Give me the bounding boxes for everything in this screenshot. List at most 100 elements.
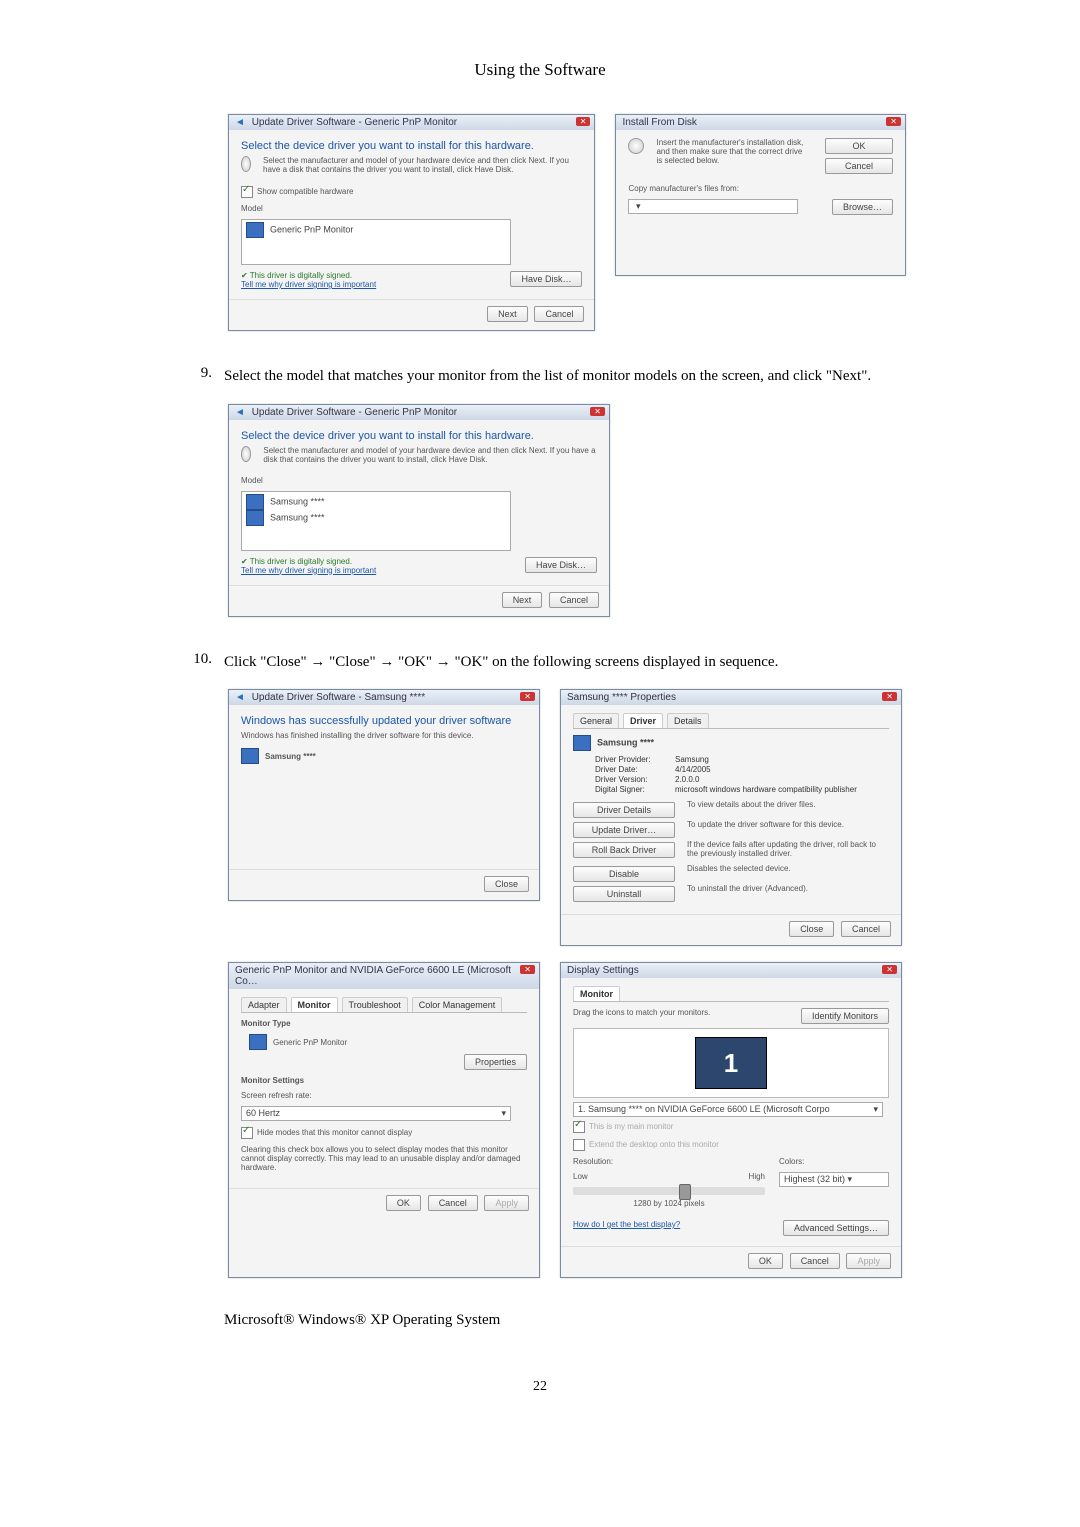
main-monitor-checkbox[interactable] <box>573 1121 585 1133</box>
install-text: Insert the manufacturer's installation d… <box>656 138 806 165</box>
close-button[interactable]: Close <box>484 876 529 892</box>
have-disk-button[interactable]: Have Disk… <box>525 557 597 573</box>
dialog-update-driver-1: ◄ Update Driver Software - Generic PnP M… <box>228 114 595 331</box>
tab-color[interactable]: Color Management <box>412 997 503 1012</box>
kv-val: 4/14/2005 <box>675 765 711 774</box>
back-icon[interactable]: ◄ <box>235 692 245 703</box>
monitor-preview[interactable]: 1 <box>695 1037 767 1089</box>
device-name: Samsung **** <box>597 738 654 748</box>
checkbox-label: This is my main monitor <box>589 1122 673 1131</box>
list-item[interactable]: Samsung **** <box>270 512 325 522</box>
kv-key: Driver Date: <box>595 765 675 774</box>
advanced-button[interactable]: Advanced Settings… <box>783 1220 889 1236</box>
btn-desc: To view details about the driver files. <box>687 800 889 809</box>
close-icon[interactable]: ✕ <box>576 117 591 126</box>
kv-val: microsoft windows hardware compatibility… <box>675 785 857 794</box>
tab-details[interactable]: Details <box>667 713 709 728</box>
properties-button[interactable]: Properties <box>464 1054 527 1070</box>
close-icon[interactable]: ✕ <box>520 965 535 974</box>
cancel-button[interactable]: Cancel <box>428 1195 478 1211</box>
model-label: Model <box>241 204 582 213</box>
uninstall-button[interactable]: Uninstall <box>573 886 675 902</box>
cancel-button[interactable]: Cancel <box>534 306 584 322</box>
tab-monitor[interactable]: Monitor <box>573 986 620 1001</box>
update-driver-button[interactable]: Update Driver… <box>573 822 675 838</box>
ok-button[interactable]: OK <box>825 138 893 154</box>
model-list[interactable]: Samsung **** Samsung **** <box>241 491 511 551</box>
disc-icon <box>241 156 251 172</box>
close-icon[interactable]: ✕ <box>882 965 897 974</box>
next-button[interactable]: Next <box>502 592 543 608</box>
refresh-select[interactable]: 60 Hertz ▾ <box>241 1106 511 1121</box>
back-icon[interactable]: ◄ <box>235 117 245 128</box>
driver-details-button[interactable]: Driver Details <box>573 802 675 818</box>
btn-desc: To update the driver software for this d… <box>687 820 889 829</box>
tab-troubleshoot[interactable]: Troubleshoot <box>342 997 408 1012</box>
list-item[interactable]: Generic PnP Monitor <box>270 224 353 234</box>
model-label: Model <box>241 476 597 485</box>
tab-driver[interactable]: Driver <box>623 713 663 728</box>
identify-button[interactable]: Identify Monitors <box>801 1008 889 1024</box>
checkbox-label: Extend the desktop onto this monitor <box>589 1140 719 1149</box>
model-list[interactable]: Generic PnP Monitor <box>241 219 511 265</box>
kv-key: Digital Signer: <box>595 785 675 794</box>
cancel-button[interactable]: Cancel <box>841 921 891 937</box>
close-button[interactable]: Close <box>789 921 834 937</box>
kv-val: 2.0.0.0 <box>675 775 699 784</box>
ok-button[interactable]: OK <box>748 1253 783 1269</box>
dialog-title: Generic PnP Monitor and NVIDIA GeForce 6… <box>229 963 539 989</box>
monitor-type-label: Monitor Type <box>241 1019 527 1028</box>
refresh-label: Screen refresh rate: <box>241 1091 527 1100</box>
ok-button[interactable]: OK <box>386 1195 421 1211</box>
title-text: Display Settings <box>567 965 639 976</box>
dialog-title: ◄ Update Driver Software - Generic PnP M… <box>229 405 609 420</box>
path-field[interactable]: ▾ <box>628 199 798 214</box>
colors-select[interactable]: Highest (32 bit) ▾ <box>779 1172 889 1187</box>
best-display-link[interactable]: How do I get the best display? <box>573 1220 680 1229</box>
btn-desc: To uninstall the driver (Advanced). <box>687 884 889 893</box>
show-compat-checkbox[interactable] <box>241 186 253 198</box>
dialog-title: ◄ Update Driver Software - Samsung **** … <box>229 690 539 705</box>
close-icon[interactable]: ✕ <box>882 692 897 701</box>
extend-checkbox[interactable] <box>573 1139 585 1151</box>
resolution-label: Resolution: <box>573 1157 765 1166</box>
title-text: Samsung **** Properties <box>567 692 676 703</box>
monitor-settings-label: Monitor Settings <box>241 1076 527 1085</box>
signing-link[interactable]: Tell me why driver signing is important <box>241 566 376 575</box>
close-icon[interactable]: ✕ <box>590 407 605 416</box>
monitor-icon <box>241 748 259 764</box>
step-text: Select the model that matches your monit… <box>224 365 910 388</box>
disc-icon <box>241 446 251 462</box>
list-item[interactable]: Samsung **** <box>270 496 325 506</box>
apply-button[interactable]: Apply <box>484 1195 529 1211</box>
title-text: Update Driver Software - Generic PnP Mon… <box>252 117 457 128</box>
rollback-driver-button[interactable]: Roll Back Driver <box>573 842 675 858</box>
hide-modes-checkbox[interactable] <box>241 1127 253 1139</box>
disable-button[interactable]: Disable <box>573 866 675 882</box>
cancel-button[interactable]: Cancel <box>825 158 893 174</box>
cancel-button[interactable]: Cancel <box>790 1253 840 1269</box>
checkbox-label: Show compatible hardware <box>257 187 354 196</box>
signing-link[interactable]: Tell me why driver signing is important <box>241 280 376 289</box>
tab-adapter[interactable]: Adapter <box>241 997 287 1012</box>
btn-desc: If the device fails after updating the d… <box>687 840 889 858</box>
have-disk-button[interactable]: Have Disk… <box>510 271 582 287</box>
signed-text: ✔ This driver is digitally signed. <box>241 557 376 566</box>
tab-monitor[interactable]: Monitor <box>291 997 338 1012</box>
back-icon[interactable]: ◄ <box>235 407 245 418</box>
dialog-subtext: Select the manufacturer and model of you… <box>263 446 597 464</box>
close-icon[interactable]: ✕ <box>520 692 535 701</box>
apply-button[interactable]: Apply <box>846 1253 891 1269</box>
resolution-slider[interactable] <box>573 1187 765 1195</box>
next-button[interactable]: Next <box>487 306 528 322</box>
signed-text: ✔ This driver is digitally signed. <box>241 271 376 280</box>
dialog-driver-properties: Samsung **** Properties ✕ General Driver… <box>560 689 902 946</box>
browse-button[interactable]: Browse… <box>832 199 893 215</box>
cancel-button[interactable]: Cancel <box>549 592 599 608</box>
close-icon[interactable]: ✕ <box>886 117 901 126</box>
title-text: Install From Disk <box>622 117 696 128</box>
monitor-select[interactable]: 1. Samsung **** on NVIDIA GeForce 6600 L… <box>573 1102 883 1117</box>
tab-general[interactable]: General <box>573 713 619 728</box>
kv-key: Driver Version: <box>595 775 675 784</box>
dialog-title: Install From Disk ✕ <box>616 115 905 130</box>
